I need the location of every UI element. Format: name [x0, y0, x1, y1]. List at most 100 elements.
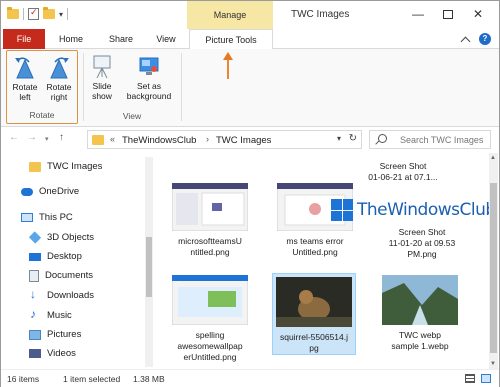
file-name-line-1: ms teams error — [286, 236, 344, 246]
search-icon — [378, 134, 387, 143]
divider — [83, 53, 84, 121]
customize-toolbar-chevron-icon[interactable]: ▾ — [59, 10, 63, 19]
nav-item-desktop[interactable]: Desktop — [29, 247, 156, 266]
divider — [67, 8, 69, 20]
tab-file[interactable]: File — [3, 29, 45, 49]
nav-item-label: Videos — [47, 348, 76, 359]
file-tile[interactable]: Screen Shot 11-01-20 at 09.53 PM.png — [380, 227, 464, 260]
file-name-line-2: 01-06-21 at 07.1... — [368, 172, 438, 182]
tab-share[interactable]: Share — [101, 29, 141, 49]
file-name-line-1: TWC webp — [398, 330, 442, 340]
rotate-group: Rotate left Rotate right Rotate — [6, 50, 78, 124]
file-name-line-2: Untitled.png — [292, 247, 338, 257]
up-arrow-icon[interactable]: ↑ — [59, 132, 64, 143]
nav-item-twc-images[interactable]: TWC Images — [29, 157, 156, 176]
file-thumbnail — [276, 277, 352, 327]
minimize-button[interactable]: — — [403, 1, 433, 27]
music-icon — [29, 307, 41, 322]
nav-item-label: Desktop — [47, 251, 82, 262]
item-count: 16 items — [7, 374, 40, 384]
nav-pane-scroll-thumb[interactable] — [146, 237, 152, 297]
file-thumbnail — [171, 274, 249, 326]
tab-view[interactable]: View — [147, 29, 185, 49]
file-tile-selected[interactable]: squirrel-5506514.j pg — [272, 273, 356, 355]
tab-picture-tools[interactable]: Picture Tools — [189, 29, 273, 50]
divider — [23, 8, 24, 20]
nav-item-documents[interactable]: Documents — [29, 266, 156, 285]
search-input[interactable]: Search TWC Images — [369, 130, 491, 149]
status-bar: 16 items 1 item selected 1.38 MB — [1, 369, 499, 387]
content-scroll-thumb[interactable] — [490, 183, 497, 353]
annotation-arrow-icon — [223, 52, 233, 79]
3d-objects-icon — [28, 231, 42, 244]
close-button[interactable]: ✕ — [463, 1, 493, 27]
maximize-icon — [443, 9, 453, 19]
windows-logo-icon — [331, 199, 353, 221]
this-pc-icon — [21, 213, 33, 222]
rotate-left-button[interactable]: Rotate left — [10, 54, 40, 102]
file-tile[interactable]: Screen Shot 01-06-21 at 07.1... — [361, 161, 445, 183]
file-name-line-1: microsoftteamsU — [178, 236, 242, 246]
file-name-line-2: awesomewallpap — [177, 341, 243, 351]
onedrive-icon — [21, 187, 33, 196]
file-tile[interactable]: microsoftteamsU ntitled.png — [168, 182, 252, 258]
quick-access-toolbar: ▾ — [7, 7, 69, 20]
selected-size: 1.38 MB — [133, 374, 165, 384]
breadcrumb-separator[interactable]: › — [206, 134, 209, 144]
nav-item-label: Music — [47, 310, 72, 321]
nav-item-downloads[interactable]: Downloads — [29, 286, 156, 305]
details-view-icon[interactable] — [465, 374, 475, 383]
file-tile[interactable]: spelling awesomewallpap erUntitled.png — [168, 274, 252, 363]
breadcrumb-thewindowsclub[interactable]: TheWindowsClub — [122, 135, 196, 146]
collapse-ribbon-icon[interactable] — [460, 36, 471, 46]
watermark: TheWindowsClub — [331, 199, 496, 221]
address-dropdown-icon[interactable]: ▾ — [337, 134, 341, 143]
content-scrollbar[interactable]: ▲ ▼ — [489, 153, 498, 369]
rotate-right-label-1: Rotate — [46, 82, 72, 92]
selected-count: 1 item selected — [63, 374, 121, 384]
large-icons-view-icon[interactable] — [481, 374, 491, 383]
minimize-icon: — — [412, 7, 424, 21]
address-folder-icon — [92, 135, 104, 145]
nav-item-videos[interactable]: Videos — [29, 344, 156, 363]
refresh-icon[interactable]: ↻ — [349, 133, 357, 144]
breadcrumb-twc-images[interactable]: TWC Images — [216, 135, 271, 146]
help-icon[interactable]: ? — [479, 33, 491, 45]
rotate-right-button[interactable]: Rotate right — [43, 54, 75, 102]
ribbon-tabs: File Home Share View Picture Tools ? — [1, 29, 499, 50]
scroll-up-icon[interactable]: ▲ — [490, 155, 496, 161]
nav-item-music[interactable]: Music — [29, 306, 156, 325]
nav-item-onedrive[interactable]: OneDrive — [21, 182, 156, 201]
nav-item-label: OneDrive — [39, 186, 80, 197]
nav-item-this-pc[interactable]: This PC — [21, 208, 156, 227]
address-bar[interactable]: « TheWindowsClub › TWC Images ▾ ↻ — [87, 130, 362, 149]
set-background-label-2: background — [126, 91, 172, 101]
slide-show-button[interactable]: Slide show — [88, 53, 116, 101]
nav-item-3d-objects[interactable]: 3D Objects — [28, 228, 156, 247]
nav-item-label: This PC — [39, 212, 73, 223]
downloads-icon — [29, 287, 41, 302]
scroll-down-icon[interactable]: ▼ — [490, 361, 496, 367]
file-name-line-1: Screen Shot — [379, 161, 427, 171]
properties-icon[interactable] — [28, 7, 39, 20]
forward-arrow-icon[interactable]: → — [27, 132, 37, 143]
nav-item-pictures[interactable]: Pictures — [29, 325, 156, 344]
file-thumbnail — [382, 275, 458, 325]
file-list: Screen Shot 01-06-21 at 07.1... microsof… — [156, 153, 489, 369]
nav-pane-scrollbar[interactable] — [145, 157, 153, 367]
file-tile[interactable]: TWC webp sample 1.webp — [378, 275, 462, 352]
divider — [181, 53, 182, 121]
file-name-line-3: PM.png — [407, 249, 437, 259]
maximize-button[interactable] — [433, 1, 463, 27]
folder-icon[interactable] — [7, 7, 19, 19]
view-group: Slide show Set as background View — [86, 50, 178, 124]
address-root-chevron[interactable]: « — [110, 134, 115, 144]
pictures-icon — [29, 329, 41, 340]
set-as-background-button[interactable]: Set as background — [120, 53, 178, 101]
back-arrow-icon[interactable]: ← — [9, 132, 19, 143]
recent-locations-chevron-icon[interactable]: ▾ — [45, 135, 49, 143]
watermark-text: TheWindowsClub — [357, 200, 496, 220]
new-folder-icon[interactable] — [43, 7, 55, 19]
view-group-label: View — [122, 111, 142, 121]
tab-home[interactable]: Home — [51, 29, 91, 49]
